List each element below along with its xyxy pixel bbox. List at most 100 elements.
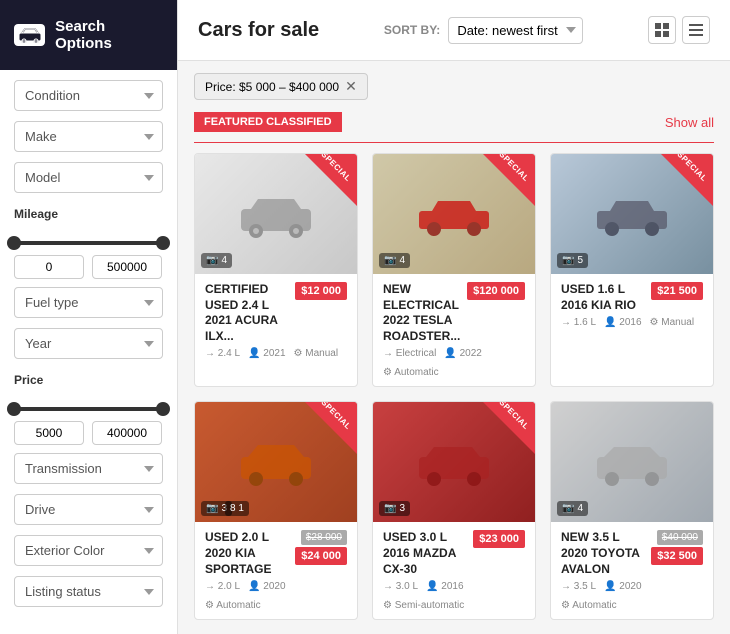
price-slider[interactable] (14, 393, 163, 453)
price-track (14, 407, 163, 411)
year-3: 👤 2016 (604, 317, 641, 328)
car-card-2[interactable]: SPECIAL 📷4 NEW ELECTRICAL 2022 TESLA ROA… (372, 153, 536, 387)
exterior-color-dropdown[interactable]: Exterior Color (14, 535, 163, 566)
car-title-4: USED 2.0 L 2020 KIA SPORTAGE (205, 530, 291, 577)
engine-2: → Electrical (383, 348, 436, 359)
transmission-dropdown[interactable]: Transmission (14, 453, 163, 484)
car-meta-1: → 2.4 L 👤 2021 ⚙ Manual (205, 348, 347, 359)
engine-4: → 2.0 L (205, 581, 240, 592)
trans-1: ⚙ Manual (294, 348, 339, 359)
mileage-max-input[interactable] (92, 255, 162, 279)
sort-row: SORT BY: Date: newest first (384, 17, 583, 44)
sort-label: SORT BY: (384, 23, 440, 37)
price-thumb-min[interactable] (7, 402, 21, 416)
model-dropdown[interactable]: Model (14, 162, 163, 193)
car-info-1: CERTIFIED USED 2.4 L 2021 ACURA ILX... $… (195, 274, 357, 367)
mileage-thumb-max[interactable] (156, 236, 170, 250)
photo-count-1: 📷4 (201, 253, 232, 268)
car-price-1: $12 000 (295, 282, 347, 300)
drive-dropdown[interactable]: Drive (14, 494, 163, 525)
mileage-thumb-min[interactable] (7, 236, 21, 250)
car-image-3: SPECIAL 📷5 (551, 154, 713, 274)
sidebar-header: Search Options (0, 0, 177, 70)
list-view-button[interactable] (682, 16, 710, 44)
price-min-input[interactable] (14, 421, 84, 445)
car-image-5: SPECIAL 📷3 (373, 402, 535, 522)
car-title-row-2: NEW ELECTRICAL 2022 TESLA ROADSTER... $1… (383, 282, 525, 344)
mileage-min-input[interactable] (14, 255, 84, 279)
engine-5: → 3.0 L (383, 581, 418, 592)
price-inputs (14, 421, 163, 445)
remove-filter-button[interactable]: ✕ (345, 78, 357, 95)
price-col-6: $40 000 $32 500 (651, 530, 703, 565)
mileage-fill (14, 241, 163, 245)
car-meta-5: → 3.0 L 👤 2016 ⚙ Semi-automatic (383, 581, 525, 611)
car-meta-3: → 1.6 L 👤 2016 ⚙ Manual (561, 317, 703, 328)
car-image-1: SPECIAL 📷4 (195, 154, 357, 274)
mileage-inputs (14, 255, 163, 279)
mileage-slider[interactable] (14, 227, 163, 287)
fuel-type-dropdown[interactable]: Fuel type (14, 287, 163, 318)
grid-view-button[interactable] (648, 16, 676, 44)
car-card-1[interactable]: SPECIAL 📷4 CERTIFIED USED 2.4 L 2021 ACU… (194, 153, 358, 387)
car-icon (14, 24, 45, 46)
main-content: Cars for sale SORT BY: Date: newest firs… (178, 0, 730, 634)
year-1: 👤 2021 (248, 348, 285, 359)
car-title-row-1: CERTIFIED USED 2.4 L 2021 ACURA ILX... $… (205, 282, 347, 344)
grid-icon (655, 23, 669, 37)
featured-label: FEATURED CLASSIFIED (194, 112, 342, 132)
additional-features-label: Additional features (0, 627, 177, 634)
price-col-4: $28 000 $24 000 (295, 530, 347, 565)
car-info-2: NEW ELECTRICAL 2022 TESLA ROADSTER... $1… (373, 274, 535, 386)
car-title-3: USED 1.6 L 2016 KIA RIO (561, 282, 647, 313)
car-meta-2: → Electrical 👤 2022 ⚙ Automatic (383, 348, 525, 378)
car-card-3[interactable]: SPECIAL 📷5 USED 1.6 L 2016 KIA RIO $21 5… (550, 153, 714, 387)
photo-count-3: 📷5 (557, 253, 588, 268)
mileage-track (14, 241, 163, 245)
car-info-6: NEW 3.5 L 2020 TOYOTA AVALON $40 000 $32… (551, 522, 713, 619)
car-price-old-6: $40 000 (657, 530, 703, 545)
trans-5: ⚙ Semi-automatic (383, 600, 464, 611)
listing-status-dropdown[interactable]: Listing status (14, 576, 163, 607)
photo-count-5: 📷3 (379, 501, 410, 516)
car-price-old-4: $28 000 (301, 530, 347, 545)
show-all-link[interactable]: Show all (665, 115, 714, 130)
car-title-6: NEW 3.5 L 2020 TOYOTA AVALON (561, 530, 647, 577)
car-price-2: $120 000 (467, 282, 525, 300)
extra-count-4: 8 1 (225, 501, 249, 516)
car-price-6: $32 500 (651, 547, 703, 565)
price-label: Price (14, 373, 163, 387)
sort-select[interactable]: Date: newest first (448, 17, 583, 44)
trans-4: ⚙ Automatic (205, 600, 261, 611)
car-title-row-3: USED 1.6 L 2016 KIA RIO $21 500 (561, 282, 703, 313)
main-header: Cars for sale SORT BY: Date: newest firs… (178, 0, 730, 61)
price-thumb-max[interactable] (156, 402, 170, 416)
car-card-6[interactable]: 📷4 NEW 3.5 L 2020 TOYOTA AVALON $40 000 … (550, 401, 714, 620)
car-title-5: USED 3.0 L 2016 MAZDA CX-30 (383, 530, 469, 577)
make-dropdown[interactable]: Make (14, 121, 163, 152)
year-dropdown[interactable]: Year (14, 328, 163, 359)
condition-dropdown[interactable]: Condition (14, 80, 163, 111)
view-icons (648, 16, 710, 44)
car-image-4: SPECIAL 📷3 8 1 (195, 402, 357, 522)
car-card-5[interactable]: SPECIAL 📷3 USED 3.0 L 2016 MAZDA CX-30 $… (372, 401, 536, 620)
mileage-label: Mileage (14, 207, 163, 221)
sidebar-title: Search Options (55, 18, 163, 52)
main-title: Cars for sale (198, 19, 319, 42)
year-2: 👤 2022 (444, 348, 481, 359)
price-max-input[interactable] (92, 421, 162, 445)
list-icon (689, 23, 703, 37)
year-4: 👤 2020 (248, 581, 285, 592)
car-title-row-4: USED 2.0 L 2020 KIA SPORTAGE $28 000 $24… (205, 530, 347, 577)
content-area: Price: $5 000 – $400 000 ✕ FEATURED CLAS… (178, 61, 730, 634)
filter-tags: Price: $5 000 – $400 000 ✕ (194, 73, 714, 100)
car-meta-6: → 3.5 L 👤 2020 ⚙ Automatic (561, 581, 703, 611)
engine-1: → 2.4 L (205, 348, 240, 359)
car-info-5: USED 3.0 L 2016 MAZDA CX-30 $23 000 → 3.… (373, 522, 535, 619)
car-title-row-6: NEW 3.5 L 2020 TOYOTA AVALON $40 000 $32… (561, 530, 703, 577)
photo-count-2: 📷4 (379, 253, 410, 268)
car-title-row-5: USED 3.0 L 2016 MAZDA CX-30 $23 000 (383, 530, 525, 577)
car-image-6: 📷4 (551, 402, 713, 522)
car-price-5: $23 000 (473, 530, 525, 548)
car-card-4[interactable]: SPECIAL 📷3 8 1 USED 2.0 L 2020 KIA SPORT… (194, 401, 358, 620)
